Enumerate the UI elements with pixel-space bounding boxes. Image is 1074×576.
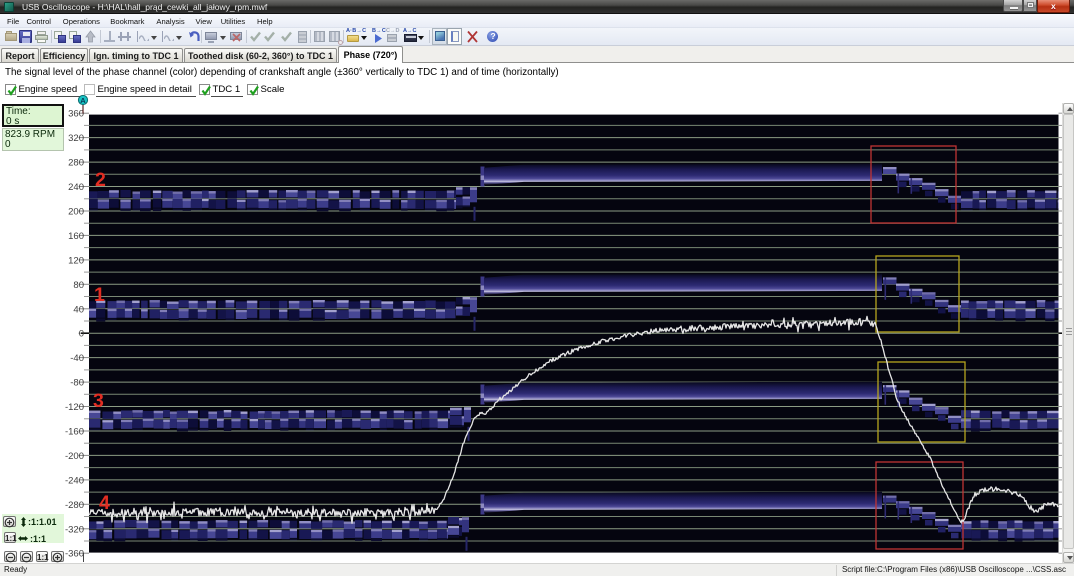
svg-text:360: 360 [68,109,84,120]
svg-text:A: A [80,96,86,105]
svg-text:-320: -320 [65,524,84,535]
svg-text:200: 200 [68,207,84,218]
svg-text:3: 3 [93,390,104,412]
svg-text:-360: -360 [65,549,84,560]
svg-text:120: 120 [68,255,84,266]
svg-text:2: 2 [95,169,106,191]
svg-text:320: 320 [68,133,84,144]
svg-text:80: 80 [73,280,84,291]
svg-text:-160: -160 [65,427,84,438]
svg-text:40: 40 [73,304,84,315]
svg-text:4: 4 [99,492,110,514]
svg-text:-240: -240 [65,475,84,486]
svg-text:0: 0 [79,329,84,340]
svg-text:160: 160 [68,231,84,242]
svg-text:-80: -80 [70,378,84,389]
svg-text:240: 240 [68,182,84,193]
svg-text:-40: -40 [70,353,84,364]
svg-text:-280: -280 [65,500,84,511]
svg-text:1: 1 [94,284,105,306]
svg-text:280: 280 [68,158,84,169]
svg-text:-200: -200 [65,451,84,462]
svg-text:-120: -120 [65,402,84,413]
